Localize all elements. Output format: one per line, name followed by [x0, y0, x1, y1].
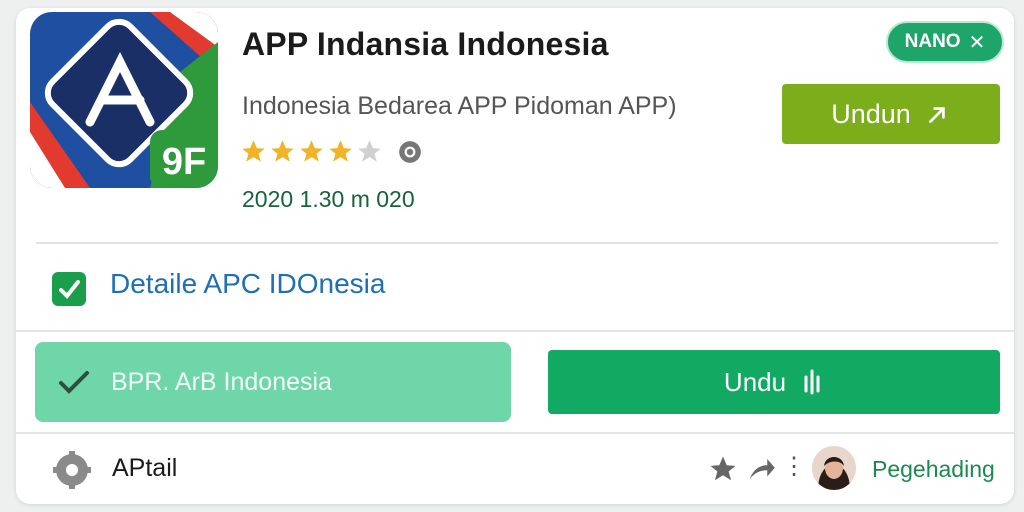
star-icon — [329, 140, 352, 162]
settings-icon[interactable] — [52, 450, 92, 490]
detail-link[interactable]: Detaile APC IDOnesia — [110, 268, 385, 300]
avatar[interactable] — [812, 446, 856, 490]
more-icon[interactable]: ⋮ — [782, 452, 806, 481]
close-icon[interactable]: ✕ — [969, 30, 986, 55]
app-subtitle: Indonesia Bedarea APP Pidoman APP) — [242, 92, 677, 120]
divider — [16, 432, 1014, 434]
install-label: Undun — [831, 98, 911, 129]
download-icon — [804, 369, 820, 395]
verified-button[interactable]: BPR. ArB Indonesia — [35, 342, 511, 422]
install-button[interactable]: Undun — [782, 84, 1000, 144]
footer-label: APtail — [112, 454, 178, 482]
check-icon — [59, 371, 89, 394]
divider — [16, 330, 1014, 332]
verified-label: BPR. ArB Indonesia — [111, 367, 332, 396]
nano-badge[interactable]: NANO ✕ — [886, 21, 1004, 63]
star-empty-icon — [358, 140, 381, 162]
download-button[interactable]: Undu — [548, 350, 1000, 414]
app-title: APP Indansia Indonesia — [242, 26, 609, 62]
badge-label: NANO — [904, 31, 961, 52]
globe-icon[interactable] — [397, 139, 423, 165]
star-icon — [300, 140, 323, 162]
app-meta: 2020 1.30 m 020 — [242, 186, 415, 212]
star-icon — [271, 140, 294, 162]
user-label[interactable]: Pegehading — [872, 456, 995, 483]
star-icon[interactable] — [708, 454, 738, 484]
share-icon[interactable] — [746, 454, 776, 484]
app-logo-label: 9F — [162, 141, 206, 183]
arrow-icon — [928, 107, 945, 123]
divider — [36, 242, 998, 244]
star-icon — [242, 140, 265, 162]
app-logo-icon[interactable]: 9F — [30, 12, 218, 188]
download-label: Undu — [723, 366, 787, 397]
rating — [240, 138, 423, 165]
check-icon[interactable] — [52, 272, 86, 306]
